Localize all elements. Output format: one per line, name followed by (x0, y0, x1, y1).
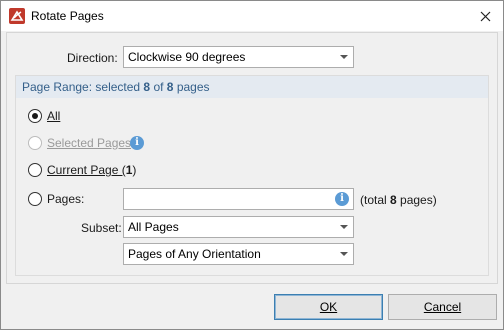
chevron-down-icon (340, 252, 348, 256)
direction-value: Clockwise 90 degrees (128, 50, 246, 64)
radio-current-page[interactable] (28, 163, 42, 177)
page-range-header: Page Range: selected 8 of 8 pages (16, 76, 488, 98)
subset-label: Subset: (81, 221, 122, 235)
radio-pages[interactable] (28, 192, 42, 206)
cancel-button[interactable]: Cancel (388, 294, 497, 320)
page-range-title: Page Range: selected 8 of 8 pages (22, 80, 210, 94)
pages-input[interactable] (123, 188, 354, 210)
close-button[interactable] (467, 1, 503, 31)
radio-selected-pages[interactable] (28, 136, 42, 150)
title-bar: Rotate Pages (1, 1, 503, 31)
radio-all-label[interactable]: All (47, 109, 60, 123)
info-icon[interactable]: i (130, 136, 144, 150)
ok-button[interactable]: OK (274, 294, 383, 320)
close-icon (480, 11, 490, 21)
orientation-dropdown[interactable]: Pages of Any Orientation (123, 243, 354, 265)
pdf-app-icon (9, 8, 25, 24)
direction-label: Direction: (67, 51, 118, 65)
window-title: Rotate Pages (31, 9, 104, 23)
orientation-value: Pages of Any Orientation (128, 247, 261, 261)
radio-all[interactable] (28, 109, 42, 123)
info-icon[interactable]: i (335, 192, 349, 206)
total-pages-label: (total 8 pages) (360, 193, 437, 207)
radio-pages-label[interactable]: Pages: (47, 192, 84, 206)
radio-current-page-label[interactable]: Current Page (1) (47, 163, 136, 177)
rotate-pages-dialog: Rotate Pages Direction: Clockwise 90 deg… (0, 0, 504, 330)
direction-dropdown[interactable]: Clockwise 90 degrees (123, 46, 354, 68)
chevron-down-icon (340, 225, 348, 229)
chevron-down-icon (340, 55, 348, 59)
radio-selected-pages-label: Selected Pages (47, 136, 132, 150)
subset-dropdown[interactable]: All Pages (123, 216, 354, 238)
subset-value: All Pages (128, 220, 179, 234)
